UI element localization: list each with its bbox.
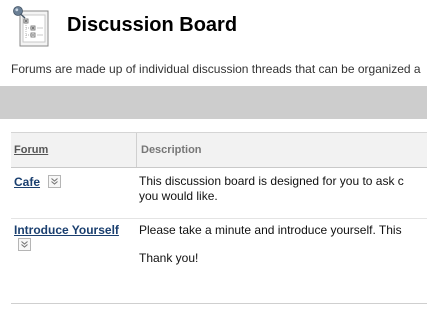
forum-description-line: Thank you! [139,251,199,265]
forum-link-introduce-yourself[interactable]: Introduce Yourself [14,223,119,237]
page-title: Discussion Board [67,14,238,36]
forum-description-line: This discussion board is designed for yo… [139,174,404,188]
column-divider [136,133,137,167]
forums-table: Forum Description Cafe This discussion b… [11,132,427,307]
double-chevron-down-icon [21,241,28,248]
table-header: Forum Description [11,133,427,168]
row-separator [11,218,427,219]
context-menu-button[interactable] [48,175,61,188]
discussion-board-icon [13,6,49,47]
column-header-description: Description [141,144,202,156]
forum-description-line: Please take a minute and introduce yours… [139,223,402,237]
forum-link-cafe[interactable]: Cafe [14,175,40,189]
double-chevron-down-icon [51,178,58,185]
table-bottom-divider [11,303,427,304]
page-description: Forums are made up of individual discuss… [11,62,421,76]
action-bar [0,86,427,119]
forum-description-line: you would like. [139,189,218,203]
column-header-forum[interactable]: Forum [14,144,48,156]
context-menu-button[interactable] [18,238,31,251]
